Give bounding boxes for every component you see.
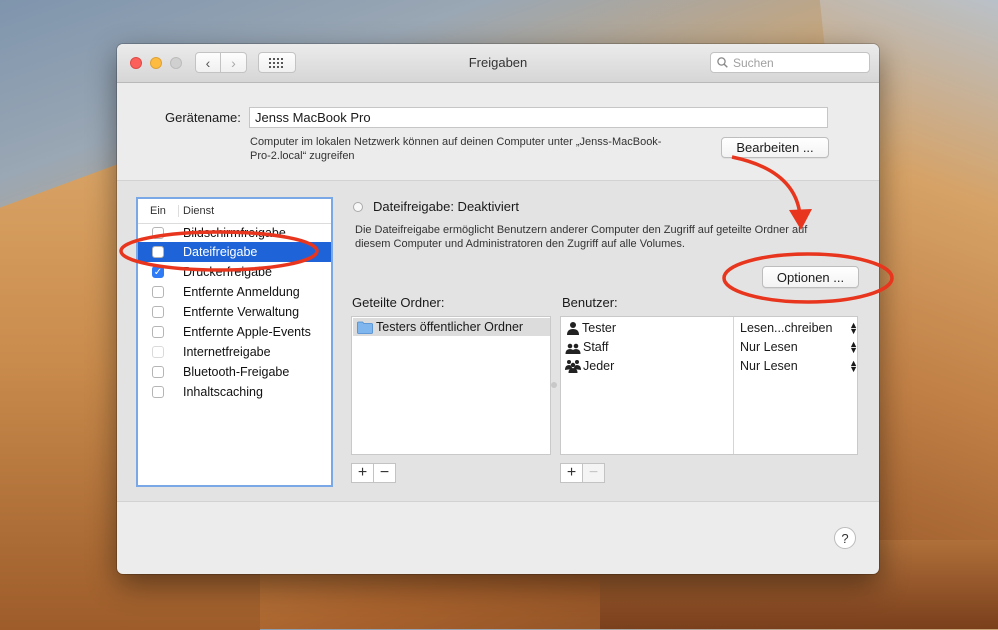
search-icon [717, 57, 728, 68]
shared-folders-list[interactable]: Testers öffentlicher Ordner [351, 316, 551, 455]
header-service: Dienst [178, 205, 214, 217]
service-checkbox[interactable] [152, 286, 164, 298]
service-row-entfernte-verwaltung[interactable]: Entfernte Verwaltung [138, 302, 331, 322]
service-checkbox[interactable] [152, 227, 164, 239]
service-checkbox[interactable]: ✓ [152, 266, 164, 278]
remove-user-button[interactable]: − [582, 463, 605, 483]
add-user-button[interactable]: + [560, 463, 583, 483]
search-placeholder: Suchen [733, 55, 774, 70]
everyone-icon [565, 359, 581, 373]
permission-value: Nur Lesen [740, 339, 798, 354]
service-checkbox[interactable] [152, 366, 164, 378]
service-row-druckerfreigabe[interactable]: ✓ Druckerfreigabe [138, 262, 331, 282]
help-button[interactable]: ? [834, 527, 856, 549]
folder-name: Testers öffentlicher Ordner [376, 320, 524, 334]
user-name: Staff [583, 339, 609, 354]
edit-button[interactable]: Bearbeiten ... [721, 137, 829, 158]
options-button[interactable]: Optionen ... [762, 266, 859, 288]
service-label: Entfernte Apple-Events [183, 325, 311, 339]
updown-arrows-icon: ▲ ▼ [849, 338, 858, 355]
user-row-jeder[interactable]: Jeder [561, 356, 614, 375]
user-name: Jeder [583, 358, 615, 373]
header-on: Ein [150, 205, 166, 217]
service-label: Entfernte Anmeldung [183, 285, 300, 299]
permission-value: Nur Lesen [740, 358, 798, 373]
description-line1: Die Dateifreigabe ermöglicht Benutzern a… [355, 224, 808, 236]
user-row-staff[interactable]: Staff [561, 337, 608, 356]
list-item[interactable]: Testers öffentlicher Ordner [353, 318, 550, 336]
service-label: Inhaltscaching [183, 385, 263, 399]
permission-popup-staff[interactable]: Nur Lesen ▲ ▼ [740, 337, 858, 356]
device-info-line1: Computer im lokalen Netzwerk können auf … [250, 136, 662, 148]
updown-arrows-icon: ▲ ▼ [849, 357, 858, 374]
column-divider [733, 317, 734, 454]
service-row-internetfreigabe[interactable]: Internetfreigabe [138, 342, 331, 362]
service-list-header: Ein Dienst [138, 199, 331, 224]
service-label: Internetfreigabe [183, 345, 271, 359]
users-list[interactable]: Tester Staff Jeder Lesen...chreiben ▲ ▼ N… [560, 316, 858, 455]
service-checkbox[interactable] [152, 306, 164, 318]
service-label: Entfernte Verwaltung [183, 305, 300, 319]
status-text: Dateifreigabe: Deaktiviert [373, 199, 519, 214]
search-input[interactable]: Suchen [710, 52, 870, 73]
service-checkbox[interactable] [152, 386, 164, 398]
service-row-inhaltscaching[interactable]: Inhaltscaching [138, 382, 331, 402]
user-name: Tester [582, 320, 617, 335]
service-checkbox[interactable] [152, 246, 164, 258]
service-row-entfernte-anmeldung[interactable]: Entfernte Anmeldung [138, 282, 331, 302]
service-row-dateifreigabe[interactable]: Dateifreigabe [138, 242, 331, 262]
user-row-tester[interactable]: Tester [561, 318, 616, 337]
permission-value: Lesen...chreiben [740, 320, 833, 335]
device-name-label: Gerätename: [165, 110, 241, 125]
shared-folders-label: Geteilte Ordner: [352, 295, 445, 310]
add-folder-button[interactable]: + [351, 463, 374, 483]
service-checkbox[interactable] [152, 326, 164, 338]
remove-folder-button[interactable]: − [373, 463, 396, 483]
service-label: Bildschirmfreigabe [183, 226, 286, 240]
service-checkbox[interactable] [152, 346, 164, 358]
description-line2: diesem Computer und Administratoren den … [355, 238, 685, 250]
service-row-bluetooth-freigabe[interactable]: Bluetooth-Freigabe [138, 362, 331, 382]
service-list[interactable]: Ein Dienst Bildschirmfreigabe Dateifreig… [136, 197, 333, 487]
device-info-line2: Pro-2.local“ zugreifen [250, 150, 355, 162]
service-label: Bluetooth-Freigabe [183, 365, 290, 379]
split-view-handle[interactable] [551, 382, 557, 388]
device-name-field[interactable]: Jenss MacBook Pro [249, 107, 828, 128]
titlebar: ‹ › Freigaben Suchen [117, 44, 879, 83]
folder-icon [357, 321, 373, 334]
status-indicator [353, 202, 363, 212]
users-label: Benutzer: [562, 295, 618, 310]
single-user-icon [567, 321, 579, 335]
service-label: Dateifreigabe [183, 245, 258, 259]
service-label: Druckerfreigabe [183, 265, 272, 279]
checkmark-icon: ✓ [153, 266, 163, 278]
permission-popup-jeder[interactable]: Nur Lesen ▲ ▼ [740, 356, 858, 375]
service-row-entfernte-apple-events[interactable]: Entfernte Apple-Events [138, 322, 331, 342]
updown-arrows-icon: ▲ ▼ [849, 319, 858, 336]
permission-popup-tester[interactable]: Lesen...chreiben ▲ ▼ [740, 318, 858, 337]
service-row-bildschirmfreigabe[interactable]: Bildschirmfreigabe [138, 224, 331, 242]
group-icon [565, 343, 581, 354]
sharing-window: ‹ › Freigaben Suchen Gerätename: Jenss M… [117, 44, 879, 574]
